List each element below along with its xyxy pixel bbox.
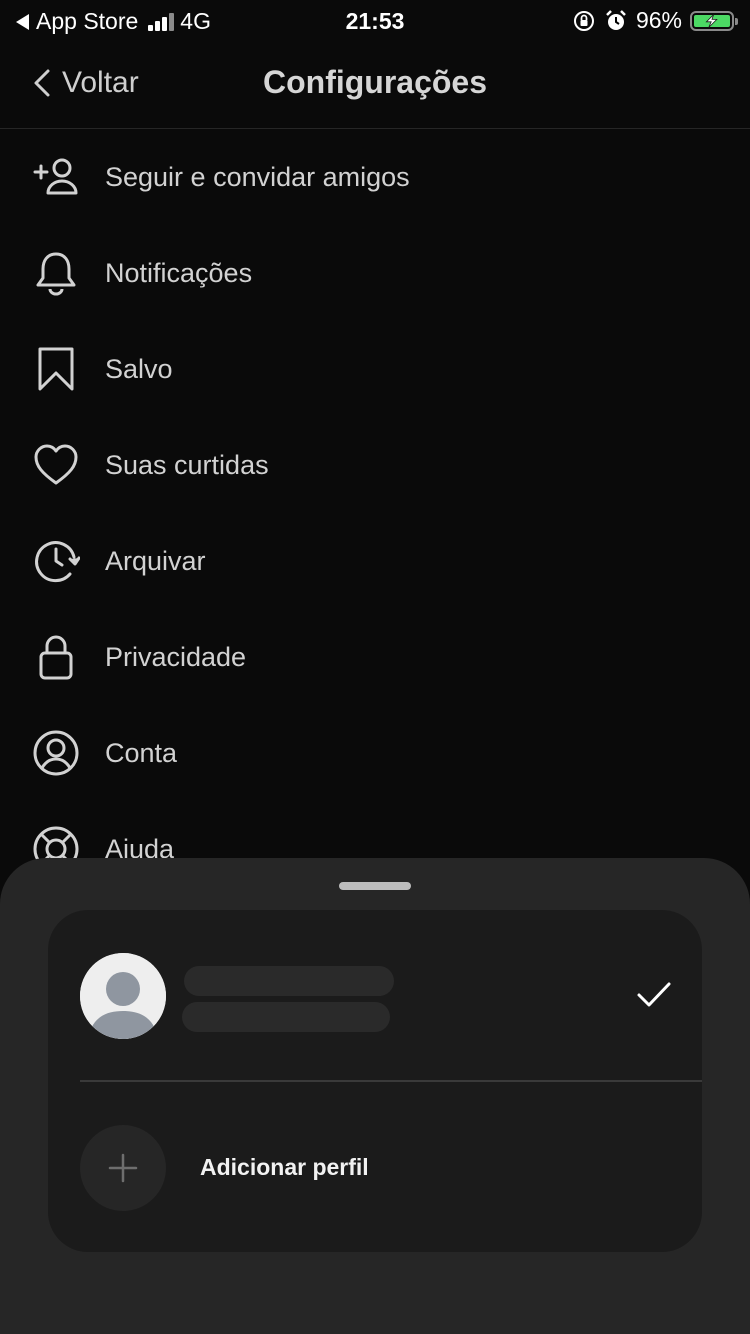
bell-icon bbox=[32, 249, 80, 297]
lock-icon bbox=[32, 633, 80, 681]
menu-item-label: Notificações bbox=[105, 257, 253, 288]
checkmark-icon bbox=[637, 982, 671, 1007]
accounts-card: Adicionar perfil bbox=[48, 910, 702, 1252]
menu-item-saved[interactable]: Salvo bbox=[0, 321, 750, 417]
bookmark-icon bbox=[32, 345, 80, 393]
avatar bbox=[80, 953, 166, 1039]
nav-bar: Voltar Configurações bbox=[0, 40, 750, 129]
current-profile-row[interactable] bbox=[48, 910, 702, 1080]
menu-item-notifications[interactable]: Notificações bbox=[0, 225, 750, 321]
menu-item-label: Salvo bbox=[105, 353, 173, 384]
default-avatar-icon bbox=[80, 953, 166, 1039]
plus-icon bbox=[108, 1153, 138, 1183]
status-right: 96% bbox=[572, 7, 738, 34]
status-bar: App Store 4G 21:53 96% bbox=[0, 0, 750, 40]
battery-icon bbox=[690, 10, 738, 31]
alarm-icon bbox=[606, 9, 626, 30]
menu-item-account[interactable]: Conta bbox=[0, 705, 750, 801]
menu-item-label: Suas curtidas bbox=[105, 449, 269, 480]
account-switcher-sheet: Adicionar perfil bbox=[0, 858, 750, 1334]
add-user-icon bbox=[32, 153, 80, 201]
menu-item-likes[interactable]: Suas curtidas bbox=[0, 417, 750, 513]
menu-item-follow-invite[interactable]: Seguir e convidar amigos bbox=[0, 129, 750, 225]
heart-icon bbox=[32, 441, 80, 489]
menu-item-label: Arquivar bbox=[105, 545, 206, 576]
settings-menu: Seguir e convidar amigos Notificações Sa… bbox=[0, 129, 750, 897]
menu-item-archive[interactable]: Arquivar bbox=[0, 513, 750, 609]
menu-item-label: Seguir e convidar amigos bbox=[105, 161, 410, 192]
archive-clock-icon bbox=[32, 537, 80, 585]
account-icon bbox=[32, 729, 80, 777]
sheet-drag-handle[interactable] bbox=[339, 882, 411, 890]
screen: App Store 4G 21:53 96% Voltar Configuraç… bbox=[0, 0, 750, 1334]
menu-item-privacy[interactable]: Privacidade bbox=[0, 609, 750, 705]
redacted-name bbox=[182, 1002, 390, 1032]
plus-circle bbox=[80, 1125, 166, 1211]
add-profile-label: Adicionar perfil bbox=[200, 1154, 369, 1180]
menu-item-label: Privacidade bbox=[105, 641, 247, 672]
menu-item-label: Conta bbox=[105, 737, 178, 768]
battery-percent: 96% bbox=[635, 7, 682, 33]
add-profile-button[interactable]: Adicionar perfil bbox=[48, 1082, 702, 1252]
page-title: Configurações bbox=[262, 64, 488, 100]
redacted-username bbox=[184, 966, 394, 996]
orientation-lock-icon bbox=[573, 10, 594, 31]
